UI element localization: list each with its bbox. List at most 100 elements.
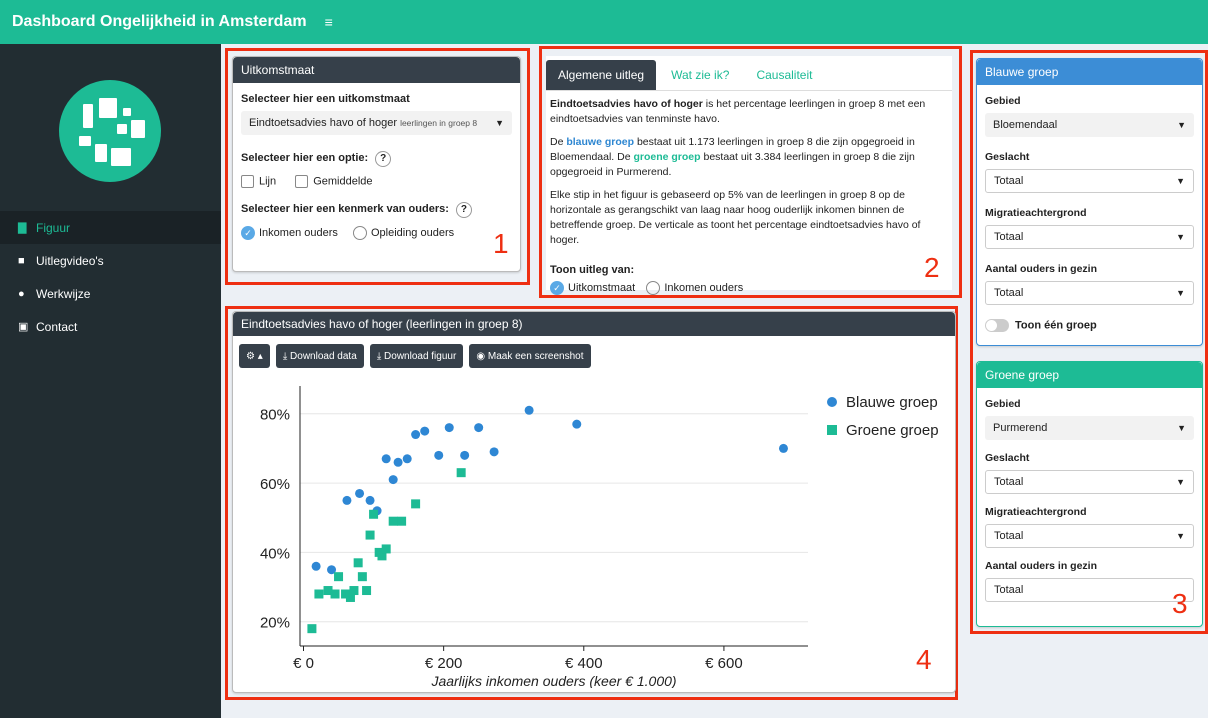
button-label: Download data bbox=[290, 350, 357, 362]
panel-title: Blauwe groep bbox=[977, 59, 1202, 85]
sidebar-item-werkwijze[interactable]: ● Werkwijze bbox=[0, 277, 221, 310]
annotation-number-2: 2 bbox=[924, 252, 940, 283]
toon-radio-row: ✓ Uitkomstmaat Inkomen ouders bbox=[550, 281, 948, 295]
ouders-input[interactable]: Totaal bbox=[985, 578, 1194, 602]
x-tick-label: € 0 bbox=[293, 655, 314, 672]
uitkomstmaat-select[interactable]: Eindtoetsadvies havo of hoger leerlingen… bbox=[241, 111, 512, 135]
annotation-number-1: 1 bbox=[493, 228, 509, 259]
select-value: Eindtoetsadvies havo of hoger bbox=[249, 117, 397, 129]
button-label: Maak een screenshot bbox=[487, 350, 584, 362]
gebied-select[interactable]: Bloemendaal ▼ bbox=[985, 113, 1194, 137]
y-tick-label: 80% bbox=[260, 407, 290, 424]
hamburger-icon[interactable]: ≡ bbox=[325, 14, 333, 30]
inkomen-ouders-radio[interactable] bbox=[646, 281, 661, 295]
sidebar-nav: ▇ Figuur ■ Uitlegvideo's ● Werkwijze ▣ C… bbox=[0, 211, 221, 343]
radio-label: Uitkomstmaat bbox=[568, 281, 636, 294]
select-suffix: leerlingen in groep 8 bbox=[400, 118, 478, 128]
select-value: Totaal bbox=[994, 584, 1024, 596]
data-point bbox=[388, 516, 398, 526]
toggle-label: Toon één groep bbox=[1015, 319, 1097, 332]
download-data-button[interactable]: ⤓ Download data bbox=[275, 344, 364, 368]
toon-label: Toon uitleg van: bbox=[550, 264, 635, 276]
sidebar-item-figuur[interactable]: ▇ Figuur bbox=[0, 211, 221, 244]
radio-label: Opleiding ouders bbox=[370, 226, 455, 239]
help-icon[interactable]: ? bbox=[375, 151, 392, 167]
data-point bbox=[420, 426, 430, 436]
x-axis-label: Jaarlijks inkomen ouders (keer € 1.000) bbox=[430, 673, 676, 688]
screenshot-button[interactable]: ◉ Maak een screenshot bbox=[469, 344, 591, 368]
uitkomstmaat-radio[interactable]: ✓ bbox=[550, 281, 564, 295]
chevron-down-icon: ▼ bbox=[1177, 120, 1186, 130]
select-value: Totaal bbox=[994, 231, 1024, 243]
address-card-icon: ▣ bbox=[18, 321, 29, 333]
geslacht-select[interactable]: Totaal ▼ bbox=[985, 470, 1194, 494]
download-icon: ⤓ bbox=[376, 350, 382, 362]
data-point bbox=[460, 450, 470, 460]
x-tick-label: € 600 bbox=[705, 655, 743, 672]
gemiddelde-checkbox[interactable] bbox=[295, 175, 309, 188]
checkbox-label: Lijn bbox=[259, 175, 277, 188]
explanation-text-part: De bbox=[550, 136, 567, 148]
one-group-toggle[interactable] bbox=[985, 319, 1009, 332]
geslacht-label: Geslacht bbox=[985, 452, 1030, 464]
download-figure-button[interactable]: ⤓ Download figuur bbox=[369, 344, 464, 368]
chevron-down-icon: ▼ bbox=[1177, 423, 1186, 433]
explanation-paragraph: Eindtoetsadvies havo of hoger is het per… bbox=[550, 97, 948, 127]
data-point bbox=[444, 423, 454, 433]
explanation-text: Eindtoetsadvies havo of hoger is het per… bbox=[546, 91, 952, 295]
info-icon: ● bbox=[18, 287, 25, 300]
tab-causaliteit[interactable]: Causaliteit bbox=[744, 60, 824, 90]
lijn-checkbox[interactable] bbox=[241, 175, 254, 188]
ouders-label: Aantal ouders in gezin bbox=[985, 560, 1098, 572]
data-point bbox=[369, 509, 379, 519]
chevron-down-icon: ▼ bbox=[1176, 288, 1185, 298]
data-point bbox=[524, 405, 534, 415]
gear-icon: ⚙ bbox=[246, 350, 255, 362]
geslacht-label: Geslacht bbox=[985, 151, 1030, 163]
top-bar: Dashboard Ongelijkheid in Amsterdam ≡ bbox=[0, 0, 1208, 44]
data-point bbox=[572, 419, 582, 429]
explanation-paragraph: De blauwe groep bestaat uit 1.173 leerli… bbox=[550, 135, 948, 180]
opleiding-radio[interactable] bbox=[352, 226, 367, 240]
app-title: Dashboard Ongelijkheid in Amsterdam bbox=[12, 13, 307, 30]
help-icon[interactable]: ? bbox=[455, 202, 472, 218]
legend-marker bbox=[827, 425, 837, 435]
explanation-paragraph: Elke stip in het figuur is gebaseerd op … bbox=[550, 189, 921, 246]
camera-icon: ◉ bbox=[476, 350, 486, 362]
tab-algemene-uitleg[interactable]: Algemene uitleg bbox=[546, 60, 657, 90]
chevron-down-icon: ▼ bbox=[1176, 477, 1185, 487]
data-point bbox=[381, 544, 391, 554]
data-point bbox=[778, 443, 788, 453]
option-row: Selecteer hier een optie: ? bbox=[241, 151, 512, 167]
chevron-down-icon: ▼ bbox=[1176, 232, 1185, 242]
checkbox-row: Lijn Gemiddelde bbox=[241, 175, 512, 188]
video-camera-icon: ■ bbox=[18, 254, 25, 267]
annotation-number-3: 3 bbox=[1172, 588, 1188, 619]
sidebar: ▇ Figuur ■ Uitlegvideo's ● Werkwijze ▣ C… bbox=[0, 44, 221, 718]
data-point bbox=[353, 558, 363, 568]
data-point bbox=[342, 495, 352, 505]
sidebar-item-contact[interactable]: ▣ Contact bbox=[0, 310, 221, 343]
explanation-panel: Algemene uitleg Wat zie ik? Causaliteit … bbox=[546, 56, 952, 295]
migratie-select[interactable]: Totaal ▼ bbox=[985, 524, 1194, 548]
select-value: Totaal bbox=[994, 287, 1024, 299]
download-icon: ⤓ bbox=[282, 350, 288, 362]
migratie-select[interactable]: Totaal ▼ bbox=[985, 225, 1194, 249]
select-value: Totaal bbox=[994, 175, 1024, 187]
blue-group-term: blauwe groep bbox=[566, 136, 635, 148]
ouders-label: Aantal ouders in gezin bbox=[985, 263, 1098, 275]
sidebar-item-uitlegvideos[interactable]: ■ Uitlegvideo's bbox=[0, 244, 221, 277]
tab-wat-zie-ik[interactable]: Wat zie ik? bbox=[659, 60, 741, 90]
chart-background bbox=[240, 368, 948, 688]
gebied-select[interactable]: Purmerend ▼ bbox=[985, 416, 1194, 440]
checkbox-label: Gemiddelde bbox=[313, 175, 373, 188]
legend-label: Groene groep bbox=[846, 422, 939, 439]
inkomen-radio[interactable]: ✓ bbox=[241, 226, 255, 240]
kenmerk-label: Selecteer hier een kenmerk van ouders: bbox=[241, 203, 449, 215]
select-value: Totaal bbox=[994, 530, 1024, 542]
sidebar-item-label: Contact bbox=[36, 319, 78, 334]
sidebar-item-label: Figuur bbox=[36, 220, 71, 235]
geslacht-select[interactable]: Totaal ▼ bbox=[985, 169, 1194, 193]
settings-button[interactable]: ⚙ ▴ bbox=[239, 344, 270, 368]
ouders-select[interactable]: Totaal ▼ bbox=[985, 281, 1194, 305]
